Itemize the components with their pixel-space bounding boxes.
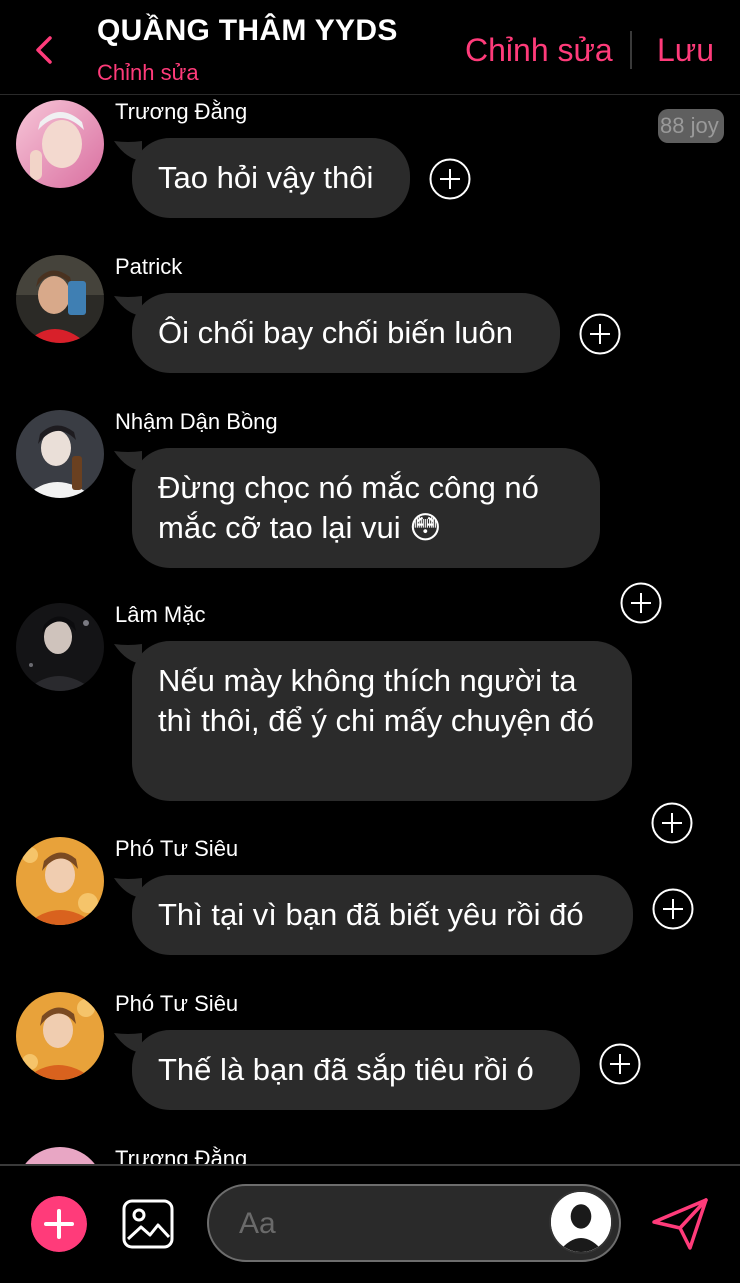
avatar[interactable] (16, 1147, 104, 1164)
sender-name: Phó Tư Siêu (115, 991, 239, 1016)
sender-name: Nhậm Dận Bồng (115, 409, 278, 434)
message-input[interactable] (237, 1186, 541, 1262)
message-bubble[interactable]: Nếu mày không thích người ta thì thôi, đ… (132, 641, 632, 801)
chevron-left-icon[interactable] (28, 32, 58, 68)
avatar[interactable] (16, 603, 104, 691)
avatar[interactable] (16, 410, 104, 498)
sender-name: Trương Đằng (115, 1146, 248, 1164)
plus-circle-icon[interactable] (652, 888, 694, 930)
image-icon[interactable] (122, 1199, 174, 1249)
message-list[interactable]: Trương Đằng Tao hỏi vậy thôi 88 joy Patr… (0, 95, 740, 1164)
message-row: Phó Tư Siêu Thế là bạn đã sắp tiêu rồi ó (0, 987, 740, 1137)
message-bubble[interactable]: Thì tại vì bạn đã biết yêu rồi đó (132, 875, 633, 955)
composer-bar (0, 1164, 740, 1283)
app-header: QUẦNG THÂM YYDS Chỉnh sửa Chỉnh sửa Lưu (0, 0, 740, 95)
message-bubble[interactable]: Ôi chối bay chối biến luôn (132, 293, 560, 373)
message-bubble[interactable]: Thế là bạn đã sắp tiêu rồi ó (132, 1030, 580, 1110)
save-button[interactable]: Lưu (657, 32, 714, 69)
sender-name: Phó Tư Siêu (115, 836, 239, 861)
message-row: Trương Đằng (0, 1142, 740, 1164)
avatar[interactable] (16, 255, 104, 343)
send-icon[interactable] (650, 1196, 710, 1252)
plus-icon[interactable] (31, 1196, 87, 1252)
plus-circle-icon[interactable] (579, 313, 621, 355)
message-bubble[interactable]: Đừng chọc nó mắc công nó mắc cỡ tao lại … (132, 448, 600, 568)
plus-circle-icon[interactable] (599, 1043, 641, 1085)
message-row: Patrick Ôi chối bay chối biến luôn (0, 250, 740, 400)
sender-name: Lâm Mặc (115, 602, 206, 627)
group-subtitle[interactable]: Chỉnh sửa (97, 60, 199, 86)
header-divider (630, 31, 632, 69)
sender-name: Trương Đằng (115, 99, 248, 124)
joy-badge: 88 joy (658, 109, 724, 143)
plus-circle-icon[interactable] (429, 158, 471, 200)
message-row: Nhậm Dận Bồng Đừng chọc nó mắc công nó m… (0, 405, 740, 624)
avatar[interactable] (16, 100, 104, 188)
message-row: Phó Tư Siêu Thì tại vì bạn đã biết yêu r… (0, 832, 740, 982)
avatar[interactable] (16, 837, 104, 925)
edit-button[interactable]: Chỉnh sửa (465, 32, 613, 69)
sender-name: Patrick (115, 254, 183, 279)
message-input-wrap (207, 1184, 621, 1262)
group-title: QUẦNG THÂM YYDS (97, 14, 398, 47)
user-silhouette-icon[interactable] (549, 1190, 613, 1254)
message-row: Trương Đằng Tao hỏi vậy thôi 88 joy (0, 95, 740, 245)
message-row: Lâm Mặc Nếu mày không thích người ta thì… (0, 598, 740, 844)
message-bubble[interactable]: Tao hỏi vậy thôi (132, 138, 410, 218)
avatar[interactable] (16, 992, 104, 1080)
